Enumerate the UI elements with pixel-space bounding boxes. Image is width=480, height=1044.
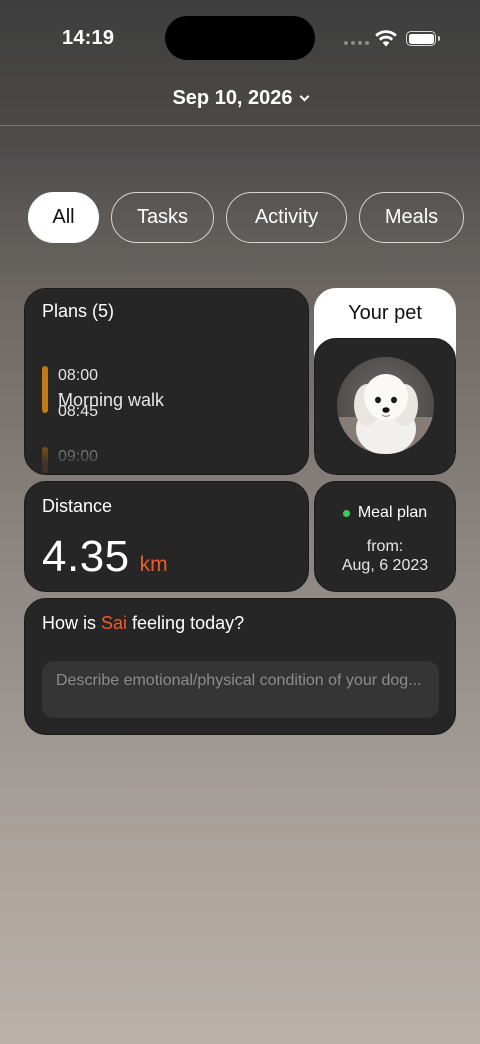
filter-chip-activity[interactable]: Activity (226, 192, 347, 243)
plans-fade-overlay (25, 424, 308, 474)
pet-card[interactable]: Your pet (314, 288, 456, 475)
battery-icon (406, 31, 440, 46)
feeling-question-prefix: How is (42, 613, 102, 633)
filter-chip-all[interactable]: All (28, 192, 99, 243)
status-dot-icon (342, 509, 350, 517)
cellular-signal-icon (344, 41, 369, 45)
status-bar: 14:19 (0, 0, 480, 78)
filter-chip-meals[interactable]: Meals (359, 192, 464, 243)
distance-readout: 4.35 km (42, 532, 168, 582)
plan-name: Morning walk (58, 390, 165, 410)
pet-photo (337, 357, 434, 454)
date-label: Sep 10, 2026 (172, 87, 293, 109)
chevron-down-icon (299, 91, 309, 102)
feeling-question: How is Sai feeling today? (42, 613, 244, 634)
meal-plan-from-label: from: (366, 538, 404, 555)
filter-chips: All Tasks Activity Meals (28, 192, 464, 243)
status-time: 14:19 (62, 27, 115, 49)
wifi-icon (375, 30, 397, 47)
distance-label: Distance (42, 496, 113, 516)
feeling-input[interactable] (42, 661, 439, 718)
distance-card[interactable]: Distance 4.35 km (24, 481, 309, 592)
meal-plan-date: Aug, 6 2023 (341, 557, 429, 574)
meal-plan-label: Meal plan (357, 504, 428, 521)
date-header: Sep 10, 2026 (0, 78, 480, 126)
distance-unit: km (139, 553, 168, 576)
plans-title: Plans (5) (42, 301, 115, 321)
dynamic-island (165, 16, 315, 60)
distance-value: 4.35 (42, 532, 130, 581)
meal-plan-header: Meal plan (315, 504, 455, 522)
feeling-question-suffix: feeling today? (127, 613, 245, 633)
pet-name: Sai (101, 613, 128, 633)
filter-chip-tasks[interactable]: Tasks (111, 192, 214, 243)
plans-card[interactable]: Plans (5) 08:00 - 08:45 Morning walk 09:… (24, 288, 309, 475)
plan-indicator (42, 366, 48, 413)
meal-plan-card[interactable]: Meal plan from: Aug, 6 2023 (314, 481, 456, 592)
pet-photo-container (314, 338, 456, 475)
date-picker-button[interactable]: Sep 10, 2026 (172, 87, 309, 110)
feeling-card: How is Sai feeling today? (24, 598, 456, 735)
pet-title: Your pet (348, 302, 422, 324)
